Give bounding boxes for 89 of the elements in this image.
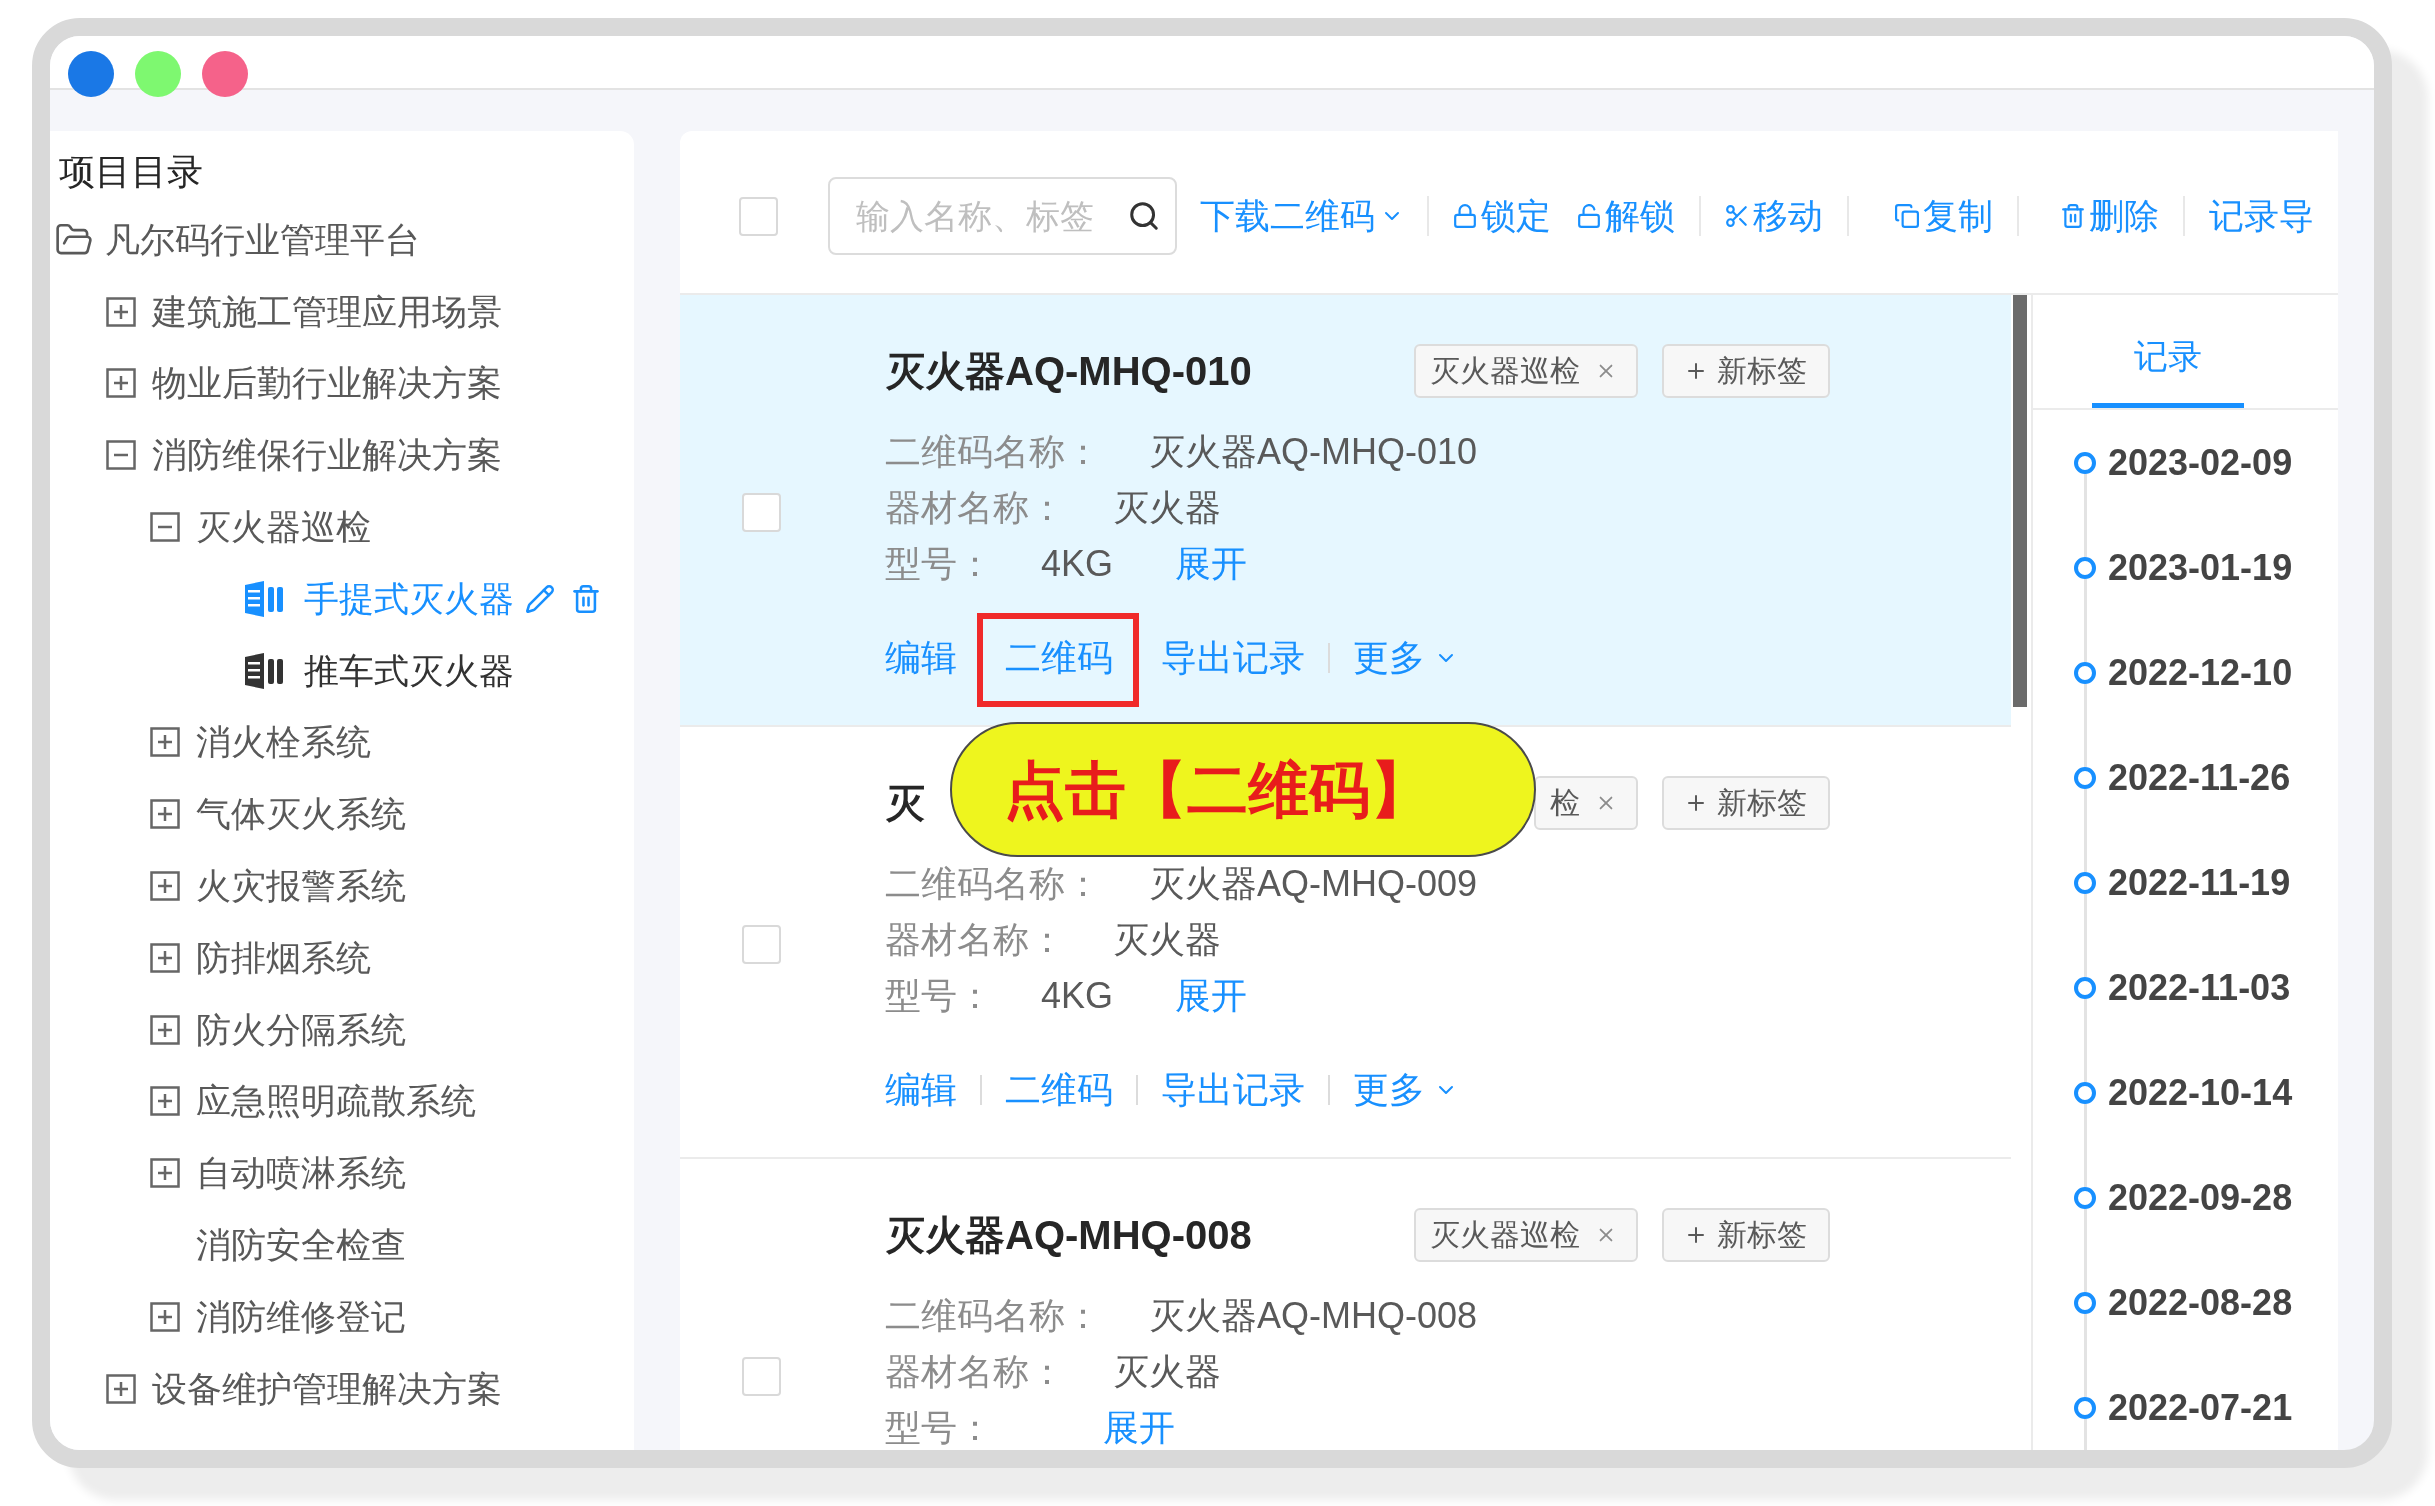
record-date[interactable]: 2022-11-03 [2108,965,2291,1010]
tree-item[interactable]: 灭火器巡检 [196,505,371,550]
tree-item[interactable]: 建筑施工管理应用场景 [152,289,502,334]
search-icon[interactable] [1129,201,1159,231]
window-control-icon[interactable] [202,51,248,97]
plus-icon [1685,360,1707,382]
add-tag-button[interactable]: 新标签 [1662,776,1830,830]
field-label: 器材名称： [885,486,1065,530]
field-label: 二维码名称： [885,862,1101,906]
plus-icon [1685,792,1707,814]
field-value: 灭火器AQ-MHQ-008 [1149,1294,1478,1338]
plus-square-icon[interactable] [150,1014,180,1045]
plus-square-icon[interactable] [150,1086,180,1117]
checkbox[interactable] [739,196,778,236]
plus-square-icon[interactable] [150,1158,180,1189]
field-value: 灭火器 [1113,486,1221,530]
record-date[interactable]: 2022-12-10 [2108,650,2293,695]
device-icon [244,579,284,618]
tree-item[interactable]: 应急照明疏散系统 [196,1079,476,1124]
tree-item[interactable]: 防火分隔系统 [196,1007,406,1052]
unlock-icon [1577,204,1601,228]
plus-square-icon[interactable] [150,942,180,973]
field-label: 型号： [885,1406,993,1450]
field-label: 二维码名称： [885,430,1101,474]
tree-item[interactable]: 消火栓系统 [196,720,371,765]
tree-item[interactable]: 物业后勤行业解决方案 [152,361,502,406]
field-label: 器材名称： [885,1350,1065,1394]
plus-square-icon[interactable] [106,1373,136,1404]
trash-icon[interactable] [572,584,600,613]
tree-item[interactable]: 消防安全检查 [196,1223,406,1268]
window-control-icon[interactable] [68,51,114,97]
tree-item[interactable]: 消防维修登记 [196,1294,406,1339]
card-title: 灭 [885,780,925,827]
record-date[interactable]: 2022-11-26 [2108,755,2291,800]
device-icon [244,651,284,690]
tag-chip[interactable]: 灭火器巡检 [1414,344,1638,398]
tree-item[interactable]: 推车式灭火器 [304,648,514,693]
plus-square-icon[interactable] [150,1301,180,1332]
field-value: 4KG [1041,974,1114,1018]
record-date[interactable]: 2023-02-09 [2108,440,2293,485]
tag-chip[interactable]: 灭火器巡检 [1414,1208,1638,1262]
minus-square-icon[interactable] [106,440,136,471]
field-value: 灭火器 [1113,1350,1221,1394]
field-value: 4KG [1041,542,1114,586]
plus-square-icon[interactable] [106,368,136,399]
record-date[interactable]: 2022-11-19 [2108,860,2291,905]
scissors-icon [1725,204,1749,228]
checkbox[interactable] [742,493,781,532]
record-date[interactable]: 2022-08-28 [2108,1280,2293,1325]
field-value: 灭火器AQ-MHQ-009 [1149,862,1478,906]
plus-square-icon[interactable] [150,871,180,902]
tree-item[interactable]: 防排烟系统 [196,935,371,980]
field-value: 灭火器AQ-MHQ-010 [1149,430,1478,474]
tree-item[interactable]: 消防维保行业解决方案 [152,433,502,478]
search-field[interactable]: 输入名称、标签 [828,177,1177,255]
minus-square-icon[interactable] [150,512,180,543]
trash-icon [2061,204,2085,228]
lock-icon [1453,204,1477,228]
tree-item[interactable]: 自动喷淋系统 [196,1151,406,1196]
tree-item[interactable]: 凡尔码行业管理平台 [105,217,420,262]
field-value: 灭火器 [1113,918,1221,962]
tree-item[interactable]: 设备维护管理解决方案 [152,1366,502,1411]
record-date[interactable]: 2022-10-14 [2108,1070,2293,1115]
scrollbar-thumb[interactable] [2013,295,2027,707]
add-tag-button[interactable]: 新标签 [1662,344,1830,398]
plus-square-icon[interactable] [150,727,180,758]
add-tag-button[interactable]: 新标签 [1662,1208,1830,1262]
tree-item[interactable]: 火灾报警系统 [196,864,406,909]
field-label: 器材名称： [885,918,1065,962]
copy-icon [1895,204,1919,228]
card-title: 灭火器AQ-MHQ-010 [885,348,1252,395]
field-label: 型号： [885,542,993,586]
card-title: 灭火器AQ-MHQ-008 [885,1212,1252,1259]
plus-square-icon[interactable] [150,799,180,830]
tag-chip[interactable]: 检 [1534,776,1638,830]
field-label: 二维码名称： [885,1294,1101,1338]
record-date[interactable]: 2023-01-19 [2108,545,2293,590]
plus-icon [1685,1224,1707,1246]
field-label: 型号： [885,974,993,1018]
plus-square-icon[interactable] [106,296,136,327]
hint-tooltip: 点击【二维码】 [950,722,1536,857]
checkbox[interactable] [742,1357,781,1396]
list-item[interactable]: 灭火器AQ-MHQ-010 灭火器巡检 新标签 二维码名称： 灭火器AQ-MHQ-010 器材名称： 灭火器 型号： 4KG 展开 编辑 二维码 导出记录 更多 [680,295,2011,727]
checkbox[interactable] [742,925,781,964]
edit-icon[interactable] [526,584,554,613]
sidebar-title: 项目目录 [59,150,203,194]
record-date[interactable]: 2022-07-21 [2108,1385,2293,1430]
record-date[interactable]: 2022-09-28 [2108,1175,2293,1220]
tree-item[interactable]: 气体灭火系统 [196,792,406,837]
